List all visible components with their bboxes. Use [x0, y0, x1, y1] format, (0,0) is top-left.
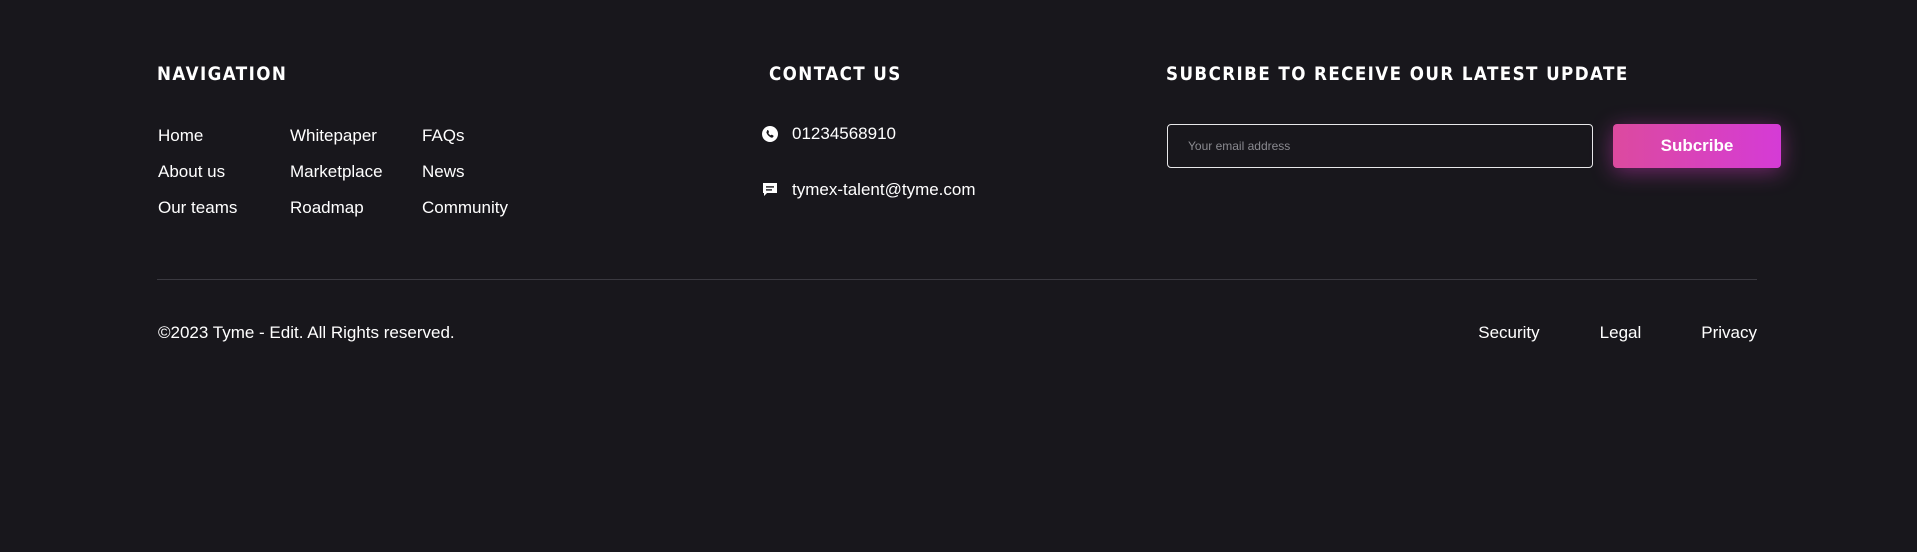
copyright-text: ©2023 Tyme - Edit. All Rights reserved. — [158, 323, 455, 342]
nav-link-whitepaper[interactable]: Whitepaper — [290, 124, 422, 160]
site-footer: NAVIGATION Home Whitepaper FAQs About us… — [0, 0, 1917, 552]
privacy-link[interactable]: Privacy — [1701, 321, 1757, 345]
nav-link-community[interactable]: Community — [422, 196, 554, 232]
footer-navigation: Home Whitepaper FAQs About us Marketplac… — [158, 124, 554, 232]
nav-link-faqs[interactable]: FAQs — [422, 124, 554, 160]
footer-divider — [157, 279, 1757, 280]
subscribe-heading: SUBCRIBE TO RECEIVE OUR LATEST UPDATE — [1166, 63, 1629, 85]
legal-link[interactable]: Legal — [1600, 321, 1642, 345]
nav-link-about-us[interactable]: About us — [158, 160, 290, 196]
contact-heading: CONTACT US — [769, 63, 902, 85]
nav-link-marketplace[interactable]: Marketplace — [290, 160, 422, 196]
subscribe-button[interactable]: Subcribe — [1613, 124, 1781, 168]
phone-icon — [761, 125, 779, 143]
contact-phone: 01234568910 — [761, 122, 896, 146]
nav-link-home[interactable]: Home — [158, 124, 290, 160]
nav-link-news[interactable]: News — [422, 160, 554, 196]
nav-link-our-teams[interactable]: Our teams — [158, 196, 290, 232]
nav-link-roadmap[interactable]: Roadmap — [290, 196, 422, 232]
legal-links: Security Legal Privacy — [1478, 321, 1757, 345]
contact-phone-text[interactable]: 01234568910 — [792, 122, 896, 146]
contact-email-text[interactable]: tymex-talent@tyme.com — [792, 178, 976, 202]
security-link[interactable]: Security — [1478, 321, 1539, 345]
message-icon — [761, 181, 779, 199]
contact-email: tymex-talent@tyme.com — [761, 178, 976, 202]
email-input[interactable] — [1167, 124, 1593, 168]
navigation-heading: NAVIGATION — [157, 63, 288, 85]
